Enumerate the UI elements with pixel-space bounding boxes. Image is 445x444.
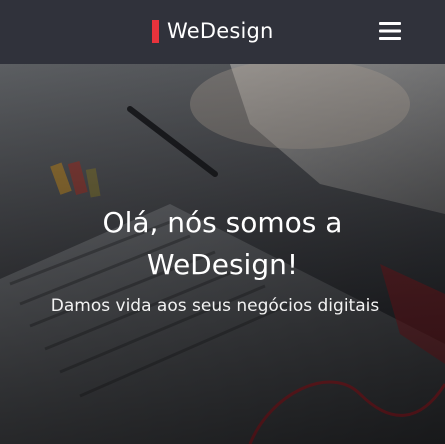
hero-title-line-2: WeDesign! — [146, 248, 299, 281]
site-header: WeDesign — [0, 0, 445, 64]
menu-button[interactable] — [376, 19, 404, 43]
brand-name: WeDesign — [167, 19, 274, 43]
hamburger-menu-icon — [379, 22, 401, 40]
hero-subtitle: Damos vida aos seus negócios digitais — [50, 296, 380, 316]
brand-logo[interactable]: WeDesign — [152, 17, 274, 45]
hero-section: Olá, nós somos a WeDesign! Damos vida ao… — [0, 64, 445, 444]
brand-accent-bar — [152, 19, 159, 43]
hero-title-line-1: Olá, nós somos a — [102, 206, 343, 239]
hero-title: Olá, nós somos a WeDesign! — [0, 202, 445, 286]
